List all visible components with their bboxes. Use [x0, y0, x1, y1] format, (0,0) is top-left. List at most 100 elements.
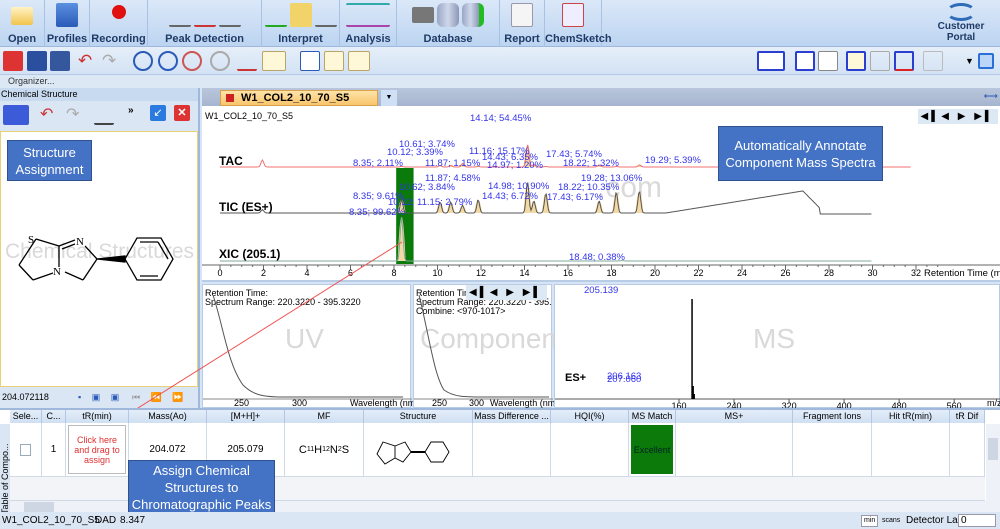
peak-label: 17.43; 6.17%	[547, 192, 603, 203]
ribbon-report[interactable]: Report	[500, 0, 545, 47]
more-icon[interactable]: »	[128, 105, 142, 125]
fit-icon[interactable]: ⟷	[984, 91, 998, 102]
insert-trace-disabled-icon[interactable]	[870, 51, 890, 71]
mass-readout: 204.072118 ▪ ▣ ▣ ⏮ ⏪ ⏩ ⏭	[0, 388, 198, 420]
redo-icon[interactable]: ↷	[102, 51, 122, 71]
layout-stack-icon[interactable]	[818, 51, 838, 71]
ribbon-recording[interactable]: Recording	[90, 0, 148, 47]
hqi-cell	[551, 423, 629, 477]
column-header[interactable]: Hit tR(min)	[872, 410, 950, 423]
peak-label: 18.22; 1.32%	[563, 158, 619, 169]
column-header[interactable]: Mass Difference ...	[473, 410, 551, 423]
select-checkbox[interactable]	[20, 443, 31, 456]
unit-scans-toggle[interactable]: scans	[882, 512, 900, 529]
chromatogram-panel[interactable]: W1_COL2_10_70_S5 .com 0 2 4 6 8 10 12 14 16 18 20 2…	[202, 106, 1000, 282]
undo-icon[interactable]: ↶	[78, 51, 98, 71]
trace-name-tic: TIC (ES+)	[219, 200, 273, 214]
peak-label: 11.87; 4.58%	[425, 173, 481, 184]
customer-portal-button[interactable]: Customer Portal	[930, 3, 992, 43]
ribbon-peak-detection[interactable]: Peak Detection	[148, 0, 262, 47]
tr-cell[interactable]: Click here and drag to assign	[66, 423, 129, 477]
close-icon[interactable]: ✕	[174, 105, 190, 121]
x-tick-label: 22	[693, 268, 703, 278]
table-view-icon[interactable]	[348, 51, 370, 71]
window-icon[interactable]	[978, 53, 994, 69]
report-icon	[511, 3, 533, 27]
assign-structure-icon[interactable]	[94, 105, 114, 125]
overlay-icon[interactable]	[237, 51, 257, 71]
tab-dropdown-icon[interactable]: ▼	[381, 90, 397, 106]
document-tab[interactable]: W1_COL2_10_70_S5 ▼	[220, 90, 397, 106]
peak-label: 14.98; 10.90%	[488, 181, 550, 192]
open-file-icon[interactable]	[3, 51, 23, 71]
baseline-icon	[193, 3, 216, 27]
accept-icon[interactable]: ↙	[150, 105, 166, 121]
x-tick-label: 4	[304, 268, 309, 278]
peak-table-icon[interactable]	[262, 51, 286, 71]
unit-min-toggle[interactable]: min	[861, 515, 879, 527]
column-header[interactable]: tR Dif	[950, 410, 985, 423]
detector-lag-input[interactable]: 0	[958, 514, 996, 527]
atom-n: N	[76, 236, 84, 248]
save-icon[interactable]	[27, 51, 47, 71]
x-tick-label: 30	[867, 268, 877, 278]
ribbon-database[interactable]: Database	[397, 0, 500, 47]
ribbon: Open Profiles Recording Peak Detection I…	[0, 0, 1000, 47]
undo-icon[interactable]: ↶	[40, 105, 60, 125]
ms-spectrum-panel[interactable]: MS ES+ 160240320400480560640720800 205.1…	[554, 284, 1000, 409]
table-side-tab[interactable]: Table of Compo...	[0, 424, 10, 514]
column-header[interactable]: HQI(%)	[551, 410, 629, 423]
trace-navigation[interactable]: ◀▌◀ ▶ ▶▌	[917, 109, 998, 124]
column-header[interactable]: Structure	[364, 410, 473, 423]
component-index: 1	[42, 423, 66, 477]
layout-split-icon[interactable]	[795, 51, 815, 71]
fragment-ions-cell	[793, 423, 872, 477]
zoom-out-icon[interactable]	[210, 51, 230, 71]
column-header[interactable]: MS+	[676, 410, 793, 423]
structure-nav-icons[interactable]: ▪ ▣ ▣	[78, 388, 123, 406]
peak-label: 19.28; 13.06%	[581, 173, 643, 184]
mass-value: 204.072118	[2, 392, 49, 402]
column-header[interactable]: Fragment Ions	[793, 410, 872, 423]
add-database-icon	[462, 3, 484, 27]
layout-quad-icon[interactable]	[757, 51, 785, 71]
column-header[interactable]: tR(min)	[66, 410, 129, 423]
ribbon-open[interactable]: Open	[0, 0, 45, 47]
peak-label: 10.61; 3.74%	[399, 139, 455, 150]
ms-match-cell: Excellent	[629, 423, 676, 477]
ribbon-chemsketch[interactable]: ChemSketch	[545, 0, 612, 47]
zoom-box-icon[interactable]	[158, 51, 178, 71]
vertical-scrollbar[interactable]	[986, 424, 1000, 501]
profiles-icon	[56, 3, 78, 27]
hit-tr-cell	[872, 423, 950, 477]
component-spectrum-panel[interactable]: Retention Time: Spectrum Range: 220.3220…	[413, 284, 565, 408]
trace-options-icon[interactable]	[923, 51, 943, 71]
zoom-x-icon[interactable]	[133, 51, 153, 71]
column-header[interactable]: MS Match	[629, 410, 676, 423]
document-tabbar: W1_COL2_10_70_S5 ▼ ⟷	[202, 88, 1000, 106]
redo-icon[interactable]: ↷	[66, 105, 86, 125]
structure-view-icon[interactable]	[324, 51, 344, 71]
structure-db-icon[interactable]	[3, 105, 29, 125]
ms-peak-label: 205.139	[584, 285, 619, 296]
peak-label: 11.87; 1.15%	[425, 158, 481, 169]
uv-spectrum-panel[interactable]: Retention Time: Spectrum Range: 220.3220…	[202, 284, 418, 408]
insert-trace-icon[interactable]	[846, 51, 866, 71]
save-all-icon[interactable]	[50, 51, 70, 71]
column-header[interactable]: Mass(Ao)	[129, 410, 207, 423]
ribbon-profiles[interactable]: Profiles	[45, 0, 90, 47]
remove-trace-icon[interactable]	[894, 51, 914, 71]
ribbon-analysis[interactable]: Analysis	[340, 0, 397, 47]
column-header[interactable]: Sele...	[10, 410, 42, 423]
column-header[interactable]: C...	[42, 410, 66, 423]
dropdown-arrow-icon[interactable]: ▼	[965, 51, 977, 71]
spectrum-view-icon[interactable]	[300, 51, 320, 71]
organizer-tab[interactable]: Organizer...	[0, 75, 1000, 88]
x-tick-label: 20	[650, 268, 660, 278]
column-header[interactable]: MF	[285, 410, 364, 423]
tick-label: 300	[292, 398, 308, 408]
column-header[interactable]: [M+H]+	[207, 410, 285, 423]
binoculars-icon	[412, 7, 434, 23]
zoom-reset-icon[interactable]	[182, 51, 202, 71]
ribbon-interpret[interactable]: Interpret	[262, 0, 340, 47]
